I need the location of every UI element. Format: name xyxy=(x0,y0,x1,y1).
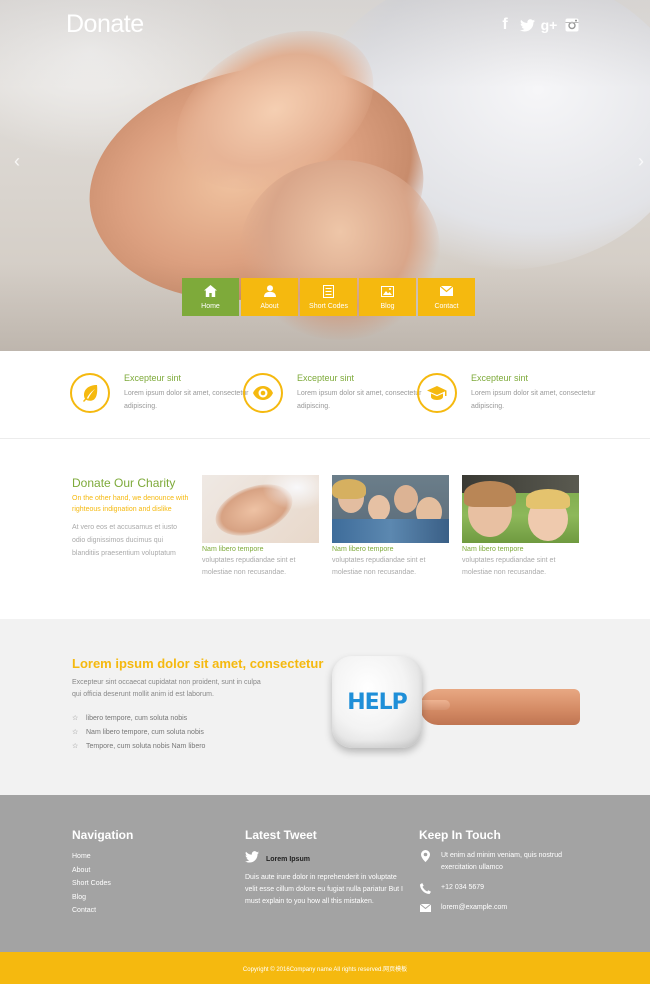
menu-item-short-codes[interactable]: Short Codes xyxy=(300,278,357,316)
star-icon: ☆ xyxy=(72,743,79,750)
feature-item: Excepteur sint Lorem ipsum dolor sit ame… xyxy=(243,371,433,421)
feature-title: Excepteur sint xyxy=(471,373,529,383)
menu-item-blog[interactable]: Blog xyxy=(359,278,416,316)
list-item: ☆ Tempore, cum soluta nobis Nam libero xyxy=(72,742,206,751)
menu-item-about[interactable]: About xyxy=(241,278,298,316)
footer-nav-about[interactable]: About xyxy=(72,867,133,881)
menu-item-home[interactable]: Home xyxy=(182,278,239,316)
envelope-icon xyxy=(440,284,454,298)
menu-item-contact[interactable]: Contact xyxy=(418,278,475,316)
phone-icon xyxy=(419,882,431,894)
card-description: voluptates repudiandae sint et molestiae… xyxy=(462,557,556,576)
contact-email[interactable]: lorem@example.com xyxy=(441,902,591,914)
menu-label: Home xyxy=(201,303,220,310)
footer-nav-short-codes[interactable]: Short Codes xyxy=(72,880,133,894)
footer: Navigation Home About Short Codes Blog C… xyxy=(0,795,650,952)
charity-subtitle: On the other hand, we denounce with righ… xyxy=(72,495,189,513)
leaf-icon xyxy=(70,373,110,413)
footer-nav-contact[interactable]: Contact xyxy=(72,907,133,921)
help-button-image: HELP xyxy=(332,656,422,748)
user-icon xyxy=(263,284,277,298)
twitter-icon[interactable] xyxy=(518,16,536,34)
home-icon xyxy=(204,284,218,298)
copyright-text: Copyright © 2016Company name All rights … xyxy=(242,966,408,973)
contact-phone-row: +12 034 5679 xyxy=(419,882,591,894)
hero-slider: Donate f g+ ‹ › Home About Short Codes B… xyxy=(0,0,650,351)
page: Donate f g+ ‹ › Home About Short Codes B… xyxy=(0,0,650,984)
facebook-icon[interactable]: f xyxy=(496,16,514,34)
help-list: ☆ libero tempore, cum soluta nobis ☆ Nam l… xyxy=(72,711,205,753)
feature-description: Lorem ipsum dolor sit amet, consectetur … xyxy=(471,390,596,410)
list-icon xyxy=(322,284,336,298)
eye-icon xyxy=(243,373,283,413)
footer-nav-title: Navigation xyxy=(72,828,134,842)
feature-title: Excepteur sint xyxy=(124,373,182,383)
menu-label: About xyxy=(260,303,279,310)
card-image-smiling-children xyxy=(462,475,579,543)
charity-card[interactable]: Nam libero tempore voluptates repudianda… xyxy=(202,475,319,579)
list-item: ☆ Nam libero tempore, cum soluta nobis xyxy=(72,728,204,737)
footer-tweet-title: Latest Tweet xyxy=(245,828,317,842)
footer-contact-title: Keep In Touch xyxy=(419,828,501,842)
footer-nav-blog[interactable]: Blog xyxy=(72,894,133,908)
footer-nav-list: Home About Short Codes Blog Contact xyxy=(72,853,133,921)
slider-prev-arrow[interactable]: ‹ xyxy=(10,152,24,170)
charity-card[interactable]: Nam libero tempore voluptates repudianda… xyxy=(332,475,449,579)
footer-keep-in-touch: Keep In Touch Ut enim ad minim veniam, q… xyxy=(419,828,591,914)
main-menu: Home About Short Codes Blog Contact xyxy=(182,278,475,316)
contact-address-row: Ut enim ad minim veniam, quis nostrud ex… xyxy=(419,850,591,874)
map-marker-icon xyxy=(419,850,431,862)
instagram-icon[interactable] xyxy=(563,16,581,34)
twitter-icon xyxy=(245,850,259,868)
google-plus-icon[interactable]: g+ xyxy=(540,16,558,34)
card-title[interactable]: Nam libero tempore xyxy=(462,546,579,553)
contact-address: Ut enim ad minim veniam, quis nostrud ex… xyxy=(441,852,562,871)
charity-title: Donate Our Charity xyxy=(72,476,176,490)
features-section: Excepteur sint Lorem ipsum dolor sit ame… xyxy=(0,351,650,439)
feature-item: Excepteur sint Lorem ipsum dolor sit ame… xyxy=(70,371,260,421)
site-logo[interactable]: Donate xyxy=(66,10,144,39)
footer-latest-tweet: Latest Tweet Lorem Ipsum Duis aute irure… xyxy=(245,828,405,908)
charity-section: Donate Our Charity On the other hand, we… xyxy=(0,440,650,618)
card-image-children-group xyxy=(332,475,449,543)
help-title: Lorem ipsum dolor sit amet, consectetur xyxy=(72,656,324,671)
help-text: Excepteur sint occaecat cupidatat non pr… xyxy=(72,679,261,698)
graduation-cap-icon xyxy=(417,373,457,413)
feature-title: Excepteur sint xyxy=(297,373,355,383)
footer-navigation: Navigation Home About Short Codes Blog C… xyxy=(72,828,133,921)
charity-text: At vero eos et accusamus et iusto odio d… xyxy=(72,524,178,557)
card-image-hands xyxy=(202,475,319,543)
contact-email-row: lorem@example.com xyxy=(419,902,591,914)
charity-card[interactable]: Nam libero tempore voluptates repudianda… xyxy=(462,475,579,579)
contact-phone[interactable]: +12 034 5679 xyxy=(441,882,591,894)
tweet-text: Duis aute irure dolor in reprehenderit i… xyxy=(245,874,403,905)
footer-nav-home[interactable]: Home xyxy=(72,853,133,867)
card-description: voluptates repudiandae sint et molestiae… xyxy=(332,557,426,576)
menu-label: Short Codes xyxy=(309,303,348,310)
image-icon xyxy=(381,284,395,298)
tweet-author[interactable]: Lorem Ipsum xyxy=(266,856,310,863)
star-icon: ☆ xyxy=(72,715,79,722)
slider-next-arrow[interactable]: › xyxy=(634,152,648,170)
copyright-bar: Copyright © 2016Company name All rights … xyxy=(0,952,650,984)
menu-label: Contact xyxy=(434,303,459,310)
card-description: voluptates repudiandae sint et molestiae… xyxy=(202,557,296,576)
envelope-icon xyxy=(419,902,431,914)
list-item: ☆ libero tempore, cum soluta nobis xyxy=(72,714,188,723)
menu-label: Blog xyxy=(380,303,395,310)
star-icon: ☆ xyxy=(72,729,79,736)
card-title[interactable]: Nam libero tempore xyxy=(202,546,319,553)
card-title[interactable]: Nam libero tempore xyxy=(332,546,449,553)
feature-item: Excepteur sint Lorem ipsum dolor sit ame… xyxy=(417,371,607,421)
